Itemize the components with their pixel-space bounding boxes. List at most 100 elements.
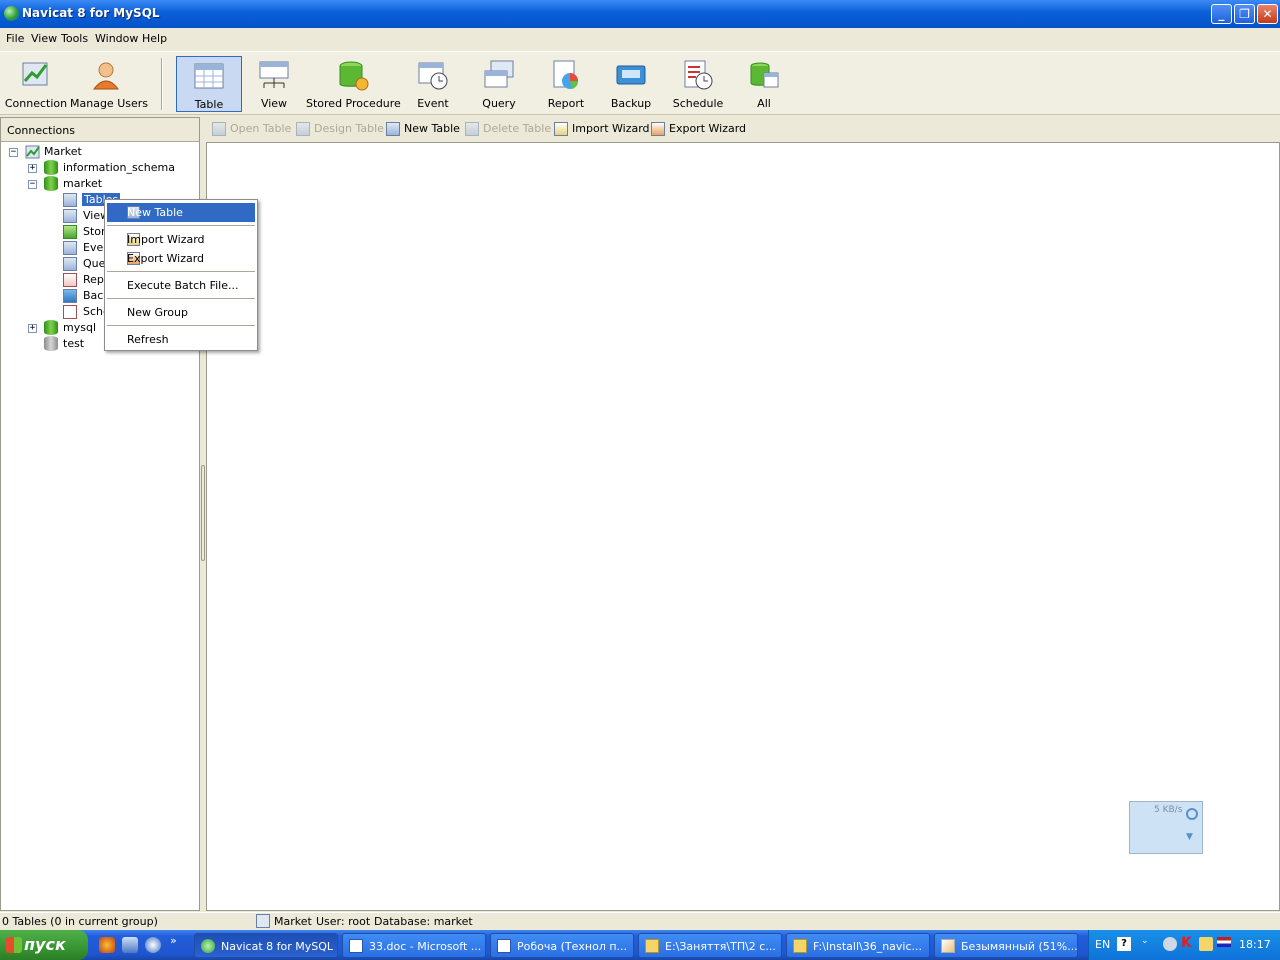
start-button[interactable]: пуск — [0, 930, 88, 960]
navicat-app-icon — [4, 6, 19, 21]
query-label: Query — [482, 97, 516, 110]
context-refresh[interactable]: Refresh — [107, 330, 255, 349]
context-new-table[interactable]: New Table — [107, 203, 255, 222]
tray-expand-icon[interactable]: ⌄ — [1141, 936, 1149, 946]
quicklaunch-desktop-icon[interactable] — [122, 937, 138, 953]
schedule-label: Schedule — [672, 97, 724, 110]
event-icon — [63, 241, 77, 255]
tray-app-icon[interactable] — [1163, 937, 1177, 951]
taskbar-folder-install[interactable]: F:\Install\36_navic... — [786, 933, 930, 958]
report-label: Report — [547, 97, 585, 110]
flag-icon[interactable] — [1217, 937, 1231, 947]
database-icon — [44, 176, 58, 191]
help-icon[interactable]: ? — [1117, 937, 1131, 951]
database-icon — [44, 160, 58, 175]
expand-icon[interactable]: + — [28, 324, 37, 333]
users-icon — [92, 62, 120, 90]
splitter-grip[interactable] — [201, 465, 205, 561]
event-button[interactable]: Event — [404, 56, 462, 112]
quicklaunch-more-icon[interactable]: » — [170, 934, 177, 947]
tree-item-schedules[interactable]: Sche — [63, 304, 110, 320]
menu-bar: File View Tools Window Help — [0, 28, 1280, 50]
tree-label: information_schema — [63, 161, 175, 174]
tree-item-stored-procedures[interactable]: Stor — [63, 224, 106, 240]
chevron-down-icon[interactable]: ▼ — [1186, 832, 1193, 842]
minimize-button[interactable]: _ — [1211, 4, 1232, 24]
taskbar-word-doc[interactable]: 33.doc - Microsoft ... — [342, 933, 486, 958]
object-list-area[interactable] — [206, 142, 1280, 911]
collapse-icon[interactable]: − — [9, 148, 18, 157]
tree-item-queries[interactable]: Que — [63, 256, 105, 272]
backup-button[interactable]: Backup — [602, 56, 660, 112]
network-speed: 5 KB/s — [1154, 805, 1183, 815]
view-button[interactable]: View — [244, 56, 304, 112]
export-icon — [651, 122, 665, 136]
language-indicator[interactable]: EN — [1095, 938, 1110, 951]
status-tables-count: 0 Tables (0 in current group) — [2, 915, 158, 928]
context-new-group[interactable]: New Group — [107, 303, 255, 322]
table-icon — [194, 63, 224, 89]
folder-icon — [645, 939, 659, 953]
taskbar-word-robocha[interactable]: Робоча (Технол п... — [490, 933, 634, 958]
status-connection: Market — [274, 915, 312, 928]
taskbar-navicat[interactable]: Navicat 8 for MySQL — [194, 933, 338, 958]
context-import-wizard[interactable]: Import Wizard — [107, 230, 255, 249]
context-execute-batch[interactable]: Execute Batch File... — [107, 276, 255, 295]
task-label: E:\Заняття\ТП\2 с... — [665, 940, 776, 953]
import-wizard-label: Import Wizard — [572, 122, 650, 135]
all-label: All — [757, 97, 771, 110]
context-export-wizard[interactable]: Export Wizard — [107, 249, 255, 268]
toolbar-separator — [161, 58, 163, 110]
windows-logo-icon — [6, 937, 22, 953]
manage-users-button[interactable]: Manage Users — [70, 56, 148, 112]
all-button[interactable]: All — [738, 56, 790, 112]
task-label: Робоча (Технол п... — [517, 940, 628, 953]
menu-separator — [107, 325, 255, 326]
tree-label: Stor — [83, 225, 106, 238]
quicklaunch-opera-icon[interactable] — [99, 937, 115, 953]
collapse-icon[interactable]: − — [28, 180, 37, 189]
taskbar-folder-zanyattya[interactable]: E:\Заняття\ТП\2 с... — [638, 933, 782, 958]
tree-item-market-connection[interactable]: − Market — [9, 144, 199, 160]
task-label: Navicat 8 for MySQL — [221, 940, 334, 953]
taskbar-paint[interactable]: Безымянный (51%... — [934, 933, 1078, 958]
tree-item-market-db[interactable]: − market — [28, 176, 198, 192]
tree-item-information-schema[interactable]: + information_schema — [28, 160, 198, 176]
table-button[interactable]: Table — [176, 56, 242, 112]
kaspersky-icon[interactable]: K — [1181, 935, 1192, 951]
design-table-icon — [296, 122, 310, 136]
menu-label: Export Wizard — [127, 252, 205, 265]
menu-tools[interactable]: Tools — [61, 32, 88, 45]
stored-procedure-button[interactable]: Stored Procedure — [306, 56, 401, 112]
system-tray: EN ? ⌄ K 18:17 — [1088, 930, 1280, 960]
tree-item-reports[interactable]: Rep — [63, 272, 104, 288]
restore-button[interactable]: ❐ — [1234, 4, 1255, 24]
close-button[interactable]: ✕ — [1257, 4, 1278, 24]
schedule-icon — [63, 305, 77, 319]
tree-item-backups[interactable]: Back — [63, 288, 110, 304]
menu-window[interactable]: Window — [95, 32, 138, 45]
open-table-label: Open Table — [230, 122, 292, 135]
quicklaunch-media-icon[interactable] — [145, 937, 161, 953]
query-icon — [484, 60, 514, 88]
menu-file[interactable]: File — [6, 32, 24, 45]
connection-icon — [256, 914, 270, 928]
window-title: Navicat 8 for MySQL — [22, 6, 160, 20]
view-icon — [259, 61, 289, 88]
tree-item-views[interactable]: View — [63, 208, 109, 224]
clock[interactable]: 18:17 — [1239, 938, 1271, 951]
report-button[interactable]: Report — [536, 56, 596, 112]
menu-help[interactable]: Help — [142, 32, 167, 45]
tray-volume-icon[interactable] — [1199, 937, 1213, 951]
expand-icon[interactable]: + — [28, 164, 37, 173]
network-down-icon — [1186, 808, 1198, 820]
import-icon — [554, 122, 568, 136]
menu-view[interactable]: View — [31, 32, 57, 45]
tree-label: market — [63, 177, 103, 190]
query-button[interactable]: Query — [468, 56, 530, 112]
connection-button[interactable]: Connection — [4, 56, 68, 112]
network-monitor-widget[interactable]: 5 KB/s ▼ — [1129, 801, 1203, 854]
tree-item-events[interactable]: Ever — [63, 240, 108, 256]
backup-icon — [616, 65, 646, 85]
schedule-button[interactable]: Schedule — [666, 56, 730, 112]
